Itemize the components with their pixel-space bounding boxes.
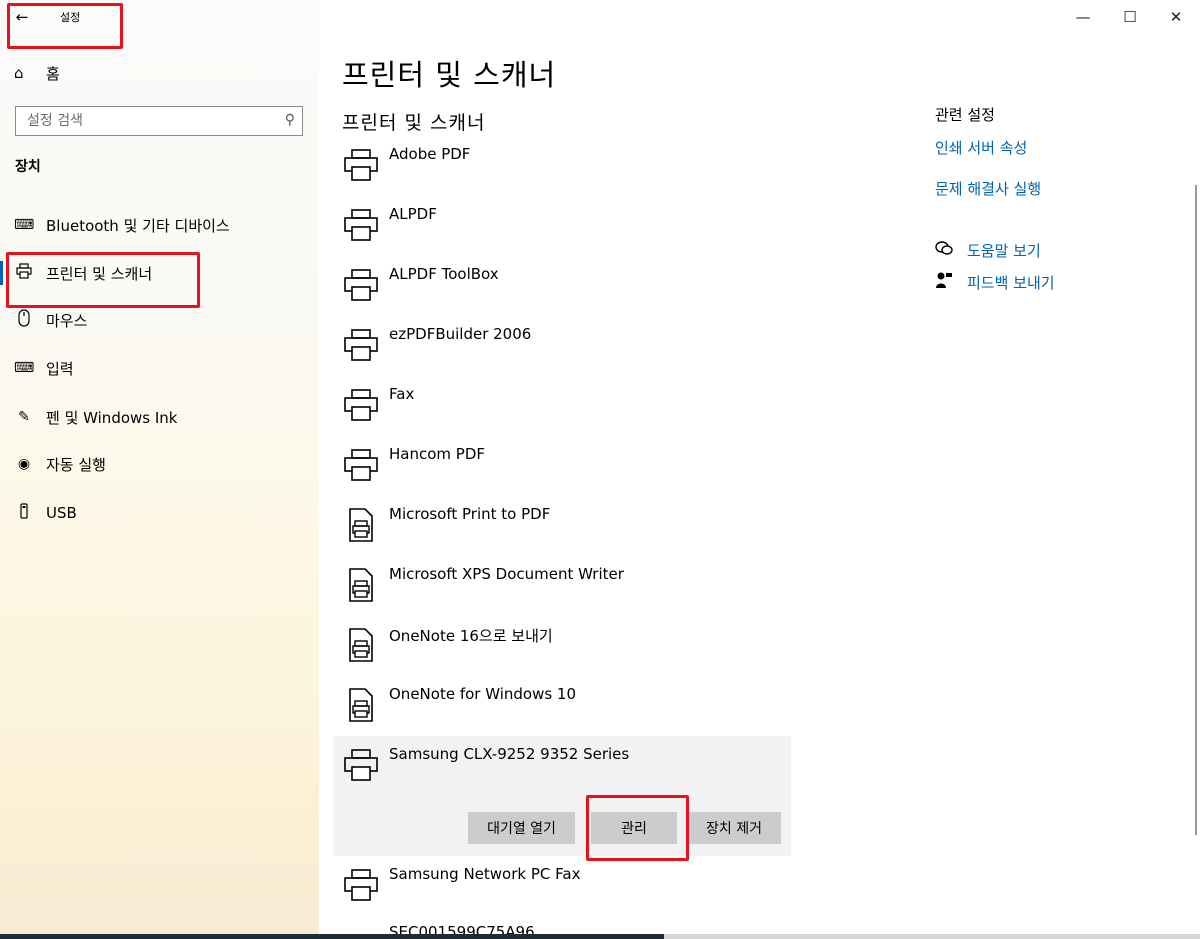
- printer-icon: [344, 869, 378, 901]
- device-item[interactable]: Microsoft XPS Document Writer: [333, 556, 791, 616]
- printer-icon: [344, 269, 378, 301]
- device-name: SEC001599C75A96: [389, 923, 535, 934]
- home-icon: ⌂: [14, 64, 24, 82]
- sidebar-item-label: 입력: [46, 359, 74, 378]
- device-item-partial[interactable]: SEC001599C75A96: [333, 916, 791, 934]
- printer-icon: [344, 389, 378, 421]
- sidebar-item-printers[interactable]: 프린터 및 스캐너: [0, 259, 319, 287]
- sidebar-item-usb[interactable]: USB: [0, 499, 319, 527]
- device-item[interactable]: OneNote 16으로 보내기: [333, 616, 791, 676]
- sidebar-item-label: 마우스: [46, 311, 88, 330]
- app-title: 설정: [60, 11, 81, 24]
- sidebar-item-label: 프린터 및 스캐너: [46, 264, 153, 283]
- usb-icon: [14, 503, 34, 523]
- device-item[interactable]: Microsoft Print to PDF: [333, 496, 791, 556]
- related-heading: 관련 설정: [935, 106, 995, 124]
- sidebar-item-pen[interactable]: ✎ 펜 및 Windows Ink: [0, 403, 319, 431]
- device-item[interactable]: Hancom PDF: [333, 436, 791, 496]
- printer-icon: [344, 149, 378, 181]
- device-name: ALPDF ToolBox: [389, 265, 499, 283]
- sidebar-item-bluetooth[interactable]: ⌨ Bluetooth 및 기타 디바이스: [0, 211, 319, 239]
- section-title: 프린터 및 스캐너: [342, 112, 486, 134]
- device-name: OneNote 16으로 보내기: [389, 627, 553, 645]
- close-icon[interactable]: ✕: [1153, 5, 1199, 29]
- related-settings: 관련 설정 인쇄 서버 속성 문제 해결사 실행: [935, 104, 1175, 219]
- printer-icon: [344, 749, 378, 781]
- device-name: Samsung Network PC Fax: [389, 865, 581, 883]
- print-server-properties-link[interactable]: 인쇄 서버 속성: [935, 137, 1175, 158]
- printer-icon: [344, 209, 378, 241]
- device-name: Hancom PDF: [389, 445, 486, 463]
- device-item[interactable]: Adobe PDF: [333, 136, 791, 196]
- printer-icon: [14, 263, 34, 283]
- printer-icon: [344, 449, 378, 481]
- search-box[interactable]: ⚲: [15, 106, 303, 136]
- sidebar-item-label: 펜 및 Windows Ink: [46, 408, 178, 427]
- back-arrow-icon[interactable]: ←: [10, 6, 34, 28]
- device-name: Adobe PDF: [389, 145, 471, 163]
- device-item-selected[interactable]: Samsung CLX-9252 9352 Series 대기열 열기 관리 장…: [333, 736, 791, 856]
- sidebar-item-input[interactable]: ⌨ 입력: [0, 354, 319, 382]
- sidebar-item-label: 자동 실행: [46, 455, 106, 474]
- pen-icon: ✎: [18, 409, 30, 425]
- device-name: Fax: [389, 385, 415, 403]
- sidebar-item-autoplay[interactable]: ◉ 자동 실행: [0, 450, 319, 478]
- maximize-icon[interactable]: ☐: [1107, 5, 1153, 29]
- scrollbar[interactable]: [1195, 185, 1197, 835]
- get-help-label: 도움말 보기: [967, 241, 1041, 260]
- search-icon[interactable]: ⚲: [285, 112, 295, 128]
- device-item[interactable]: OneNote for Windows 10: [333, 676, 791, 736]
- main-content: — ☐ ✕ 프린터 및 스캐너 프린터 및 스캐너 Adobe PDF ALPD…: [319, 0, 1200, 939]
- send-feedback-link[interactable]: 피드백 보내기: [935, 270, 1055, 294]
- device-name: ezPDFBuilder 2006: [389, 325, 532, 343]
- feedback-person-icon: [935, 271, 955, 293]
- sidebar-item-label: Bluetooth 및 기타 디바이스: [46, 216, 230, 235]
- document-printer-icon: [349, 628, 373, 662]
- autoplay-icon: ◉: [17, 456, 31, 472]
- get-help-link[interactable]: 도움말 보기: [935, 238, 1041, 262]
- sidebar-item-mouse[interactable]: 마우스: [0, 306, 319, 334]
- section-label: 장치: [15, 159, 41, 175]
- keyboard-bluetooth-icon: ⌨: [14, 217, 35, 233]
- search-input[interactable]: [27, 113, 267, 129]
- manage-button[interactable]: 관리: [591, 812, 677, 844]
- sidebar: ← 설정 ⌂ 홈 ⚲ 장치 ⌨ Bluetooth 및 기타 디바이스 프린터 …: [0, 0, 319, 939]
- sidebar-item-label: USB: [46, 504, 77, 522]
- page-title: 프린터 및 스캐너: [342, 58, 557, 92]
- device-item[interactable]: ALPDF: [333, 196, 791, 256]
- chat-help-icon: [935, 240, 955, 260]
- device-name: ALPDF: [389, 205, 437, 223]
- device-name: Microsoft Print to PDF: [389, 505, 551, 523]
- taskbar: [0, 934, 1200, 939]
- device-item[interactable]: Fax: [333, 376, 791, 436]
- run-troubleshooter-link[interactable]: 문제 해결사 실행: [935, 178, 1175, 199]
- device-name: OneNote for Windows 10: [389, 685, 577, 703]
- mouse-icon: [14, 309, 34, 331]
- send-feedback-label: 피드백 보내기: [967, 273, 1055, 292]
- device-name: Samsung CLX-9252 9352 Series: [389, 745, 630, 763]
- printer-icon: [344, 329, 378, 361]
- open-queue-button[interactable]: 대기열 열기: [468, 812, 575, 844]
- device-name: Microsoft XPS Document Writer: [389, 565, 624, 583]
- taskbar-segment: [664, 934, 1200, 939]
- device-item[interactable]: Samsung Network PC Fax: [333, 856, 791, 916]
- minimize-icon[interactable]: —: [1060, 5, 1106, 29]
- keyboard-icon: ⌨: [14, 360, 35, 376]
- active-indicator: [0, 261, 3, 285]
- home-label: 홈: [46, 64, 60, 83]
- device-item[interactable]: ezPDFBuilder 2006: [333, 316, 791, 376]
- home-nav[interactable]: ⌂ 홈: [14, 62, 60, 84]
- device-item[interactable]: ALPDF ToolBox: [333, 256, 791, 316]
- document-printer-icon: [349, 568, 373, 602]
- document-printer-icon: [349, 688, 373, 722]
- document-printer-icon: [349, 508, 373, 542]
- remove-device-button[interactable]: 장치 제거: [687, 812, 781, 844]
